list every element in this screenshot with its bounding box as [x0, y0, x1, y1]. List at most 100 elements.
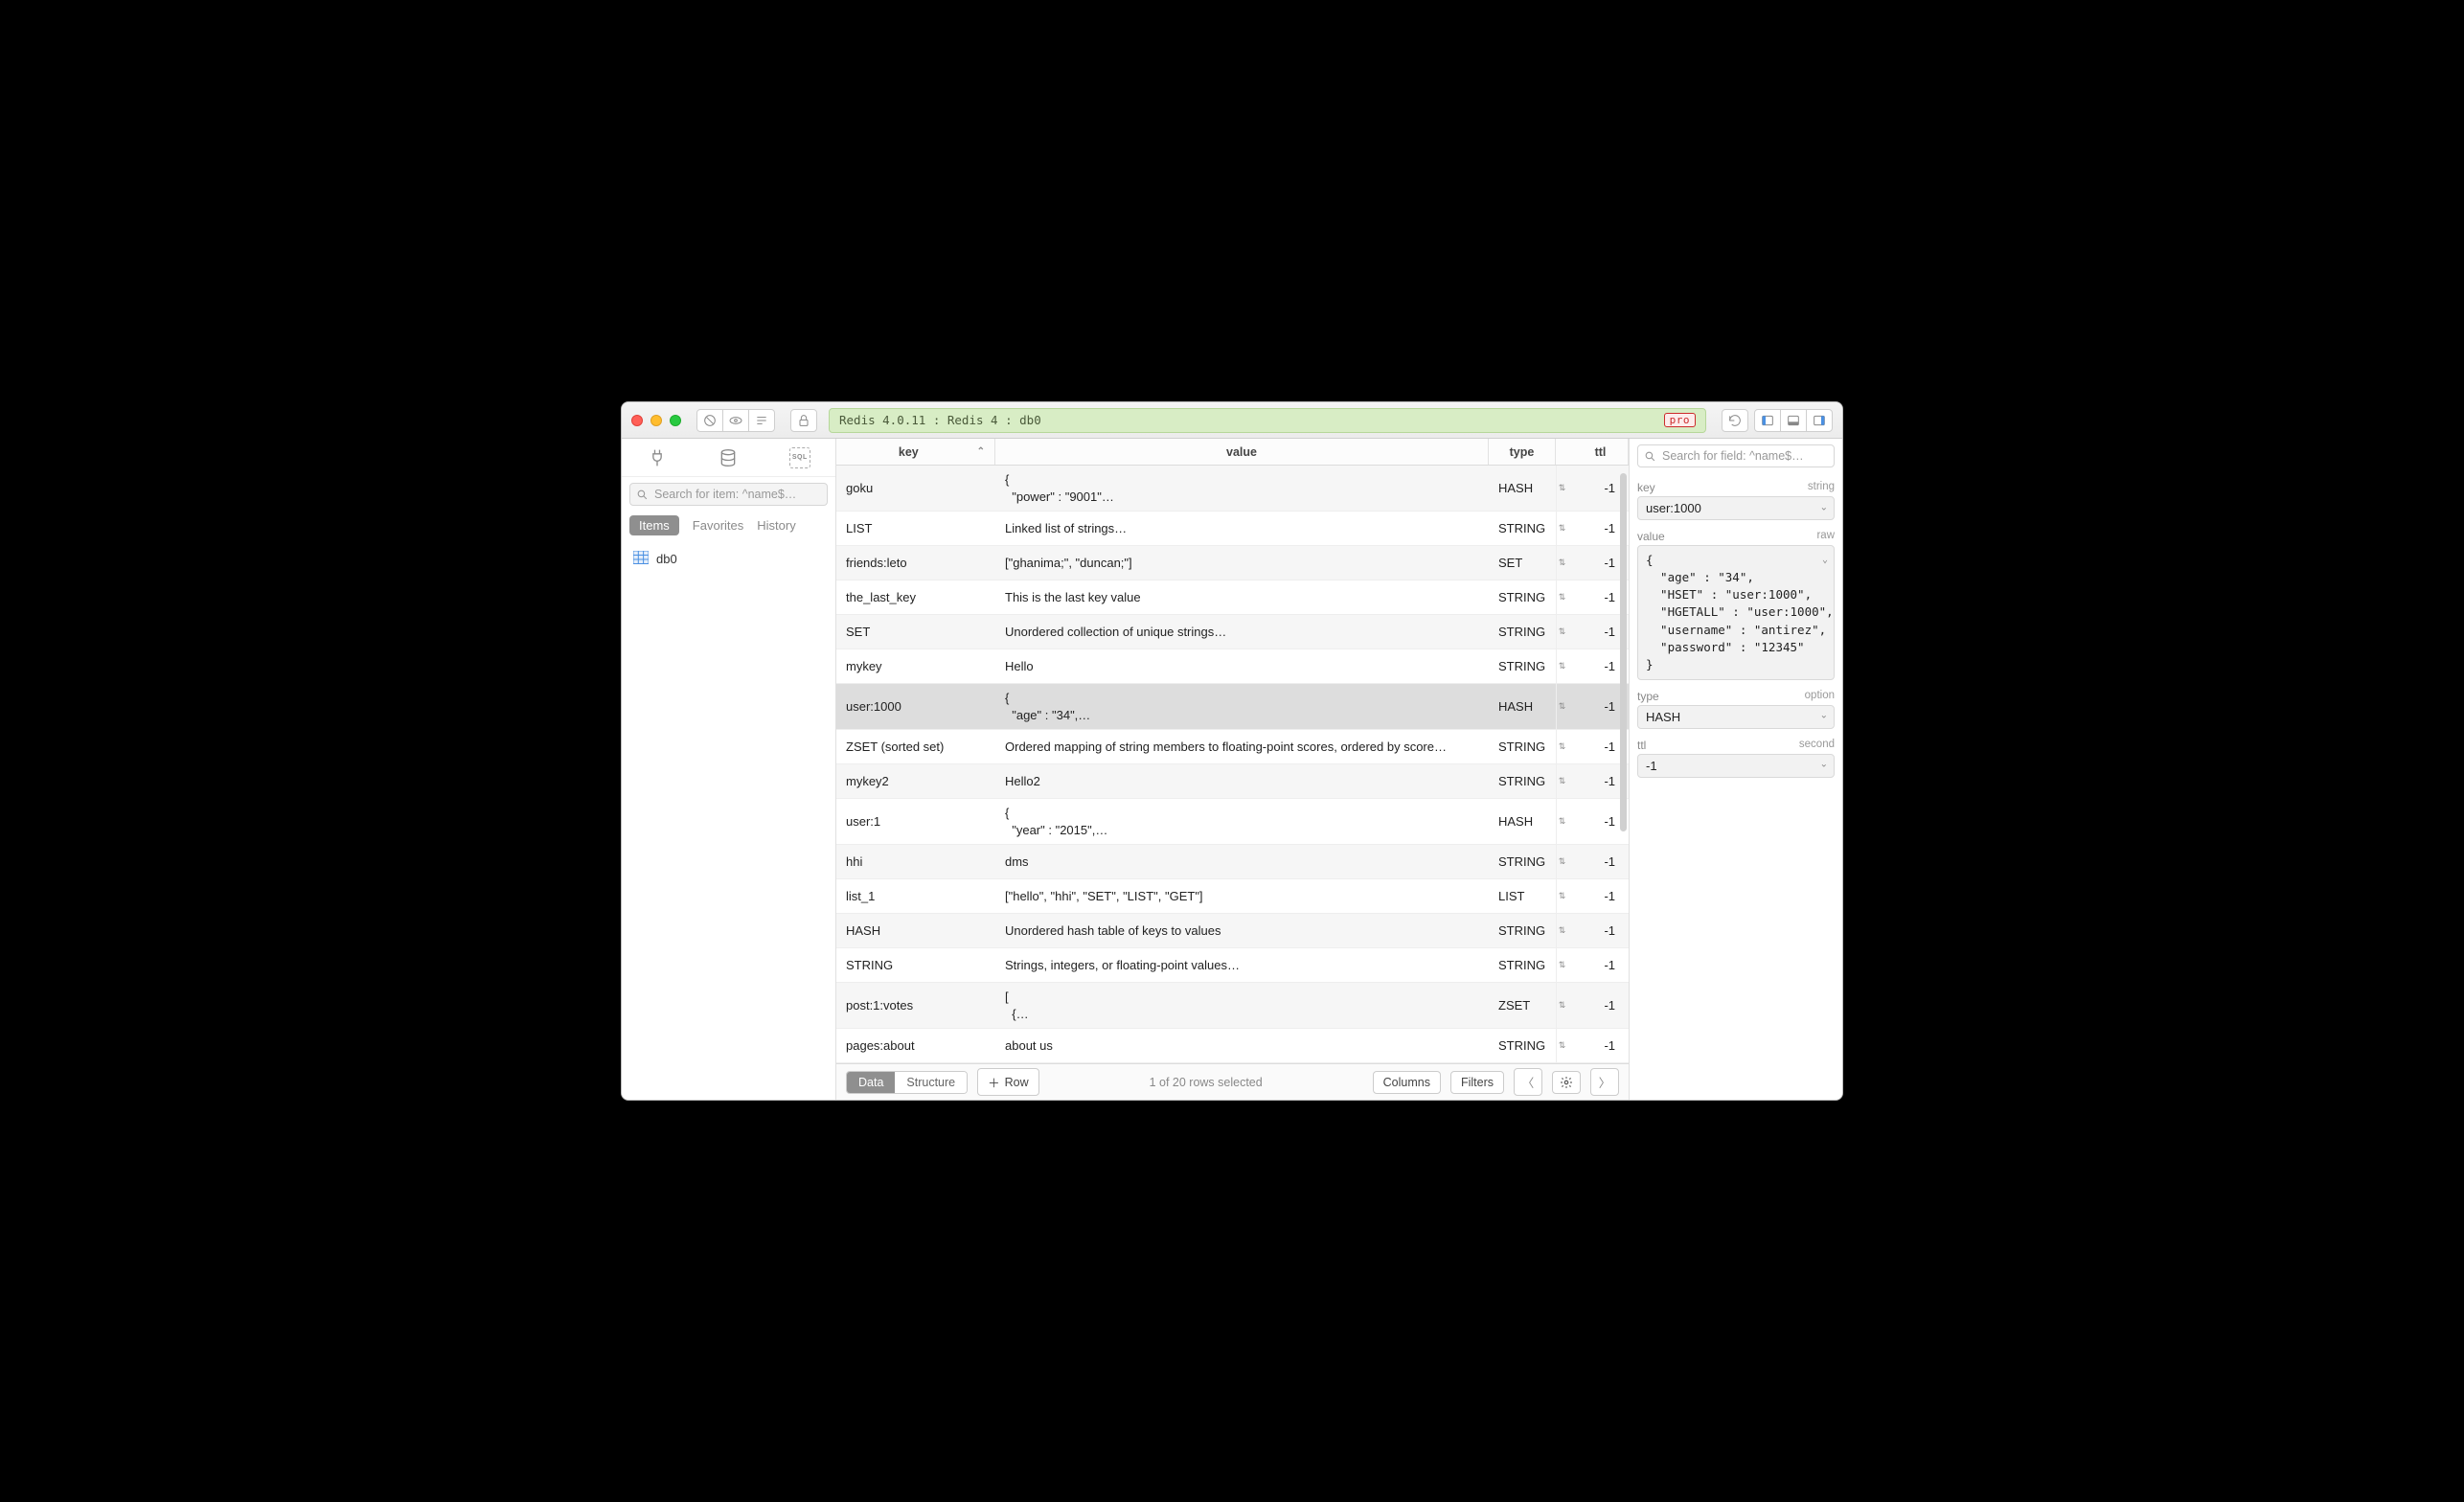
cell-ttl: -1 [1573, 848, 1629, 876]
table-row[interactable]: SETUnordered collection of unique string… [836, 615, 1629, 649]
type-stepper[interactable]: ⇅ [1556, 580, 1567, 614]
cell-key: pages:about [836, 1032, 995, 1060]
sql-icon[interactable]: SQL [789, 447, 810, 468]
table-row[interactable]: user:1000{ "age" : "34",…HASH⇅-1 [836, 684, 1629, 730]
toggle-right-panel-button[interactable] [1806, 409, 1833, 432]
sort-ascending-icon: ⌃ [977, 446, 985, 457]
pro-badge: pro [1664, 413, 1696, 427]
sidebar-tab-items[interactable]: Items [629, 515, 679, 535]
cell-value: [ {… [995, 983, 1489, 1028]
type-stepper[interactable]: ⇅ [1556, 466, 1567, 511]
table-row[interactable]: LISTLinked list of strings…STRING⇅-1 [836, 512, 1629, 546]
column-header-ttl[interactable]: ttl [1573, 439, 1629, 465]
cell-value: Strings, integers, or floating-point val… [995, 951, 1489, 980]
inspector-value-field[interactable]: { "age" : "34", "HSET" : "user:1000", "H… [1637, 545, 1835, 680]
table-row[interactable]: user:1{ "year" : "2015",…HASH⇅-1 [836, 799, 1629, 845]
cell-type: STRING [1489, 652, 1556, 681]
close-button[interactable] [631, 415, 643, 426]
table-row[interactable]: ZSET (sorted set)Ordered mapping of stri… [836, 730, 1629, 764]
cell-key: friends:leto [836, 549, 995, 578]
inspector-ttl-field[interactable]: -1⌄ [1637, 754, 1835, 778]
preview-button[interactable] [722, 409, 749, 432]
sidebar-tab-favorites[interactable]: Favorites [693, 518, 743, 533]
type-stepper[interactable]: ⇅ [1556, 879, 1567, 913]
type-stepper[interactable]: ⇅ [1556, 799, 1567, 844]
inspector-hint-key: string [1808, 481, 1835, 494]
column-header-type[interactable]: type [1489, 439, 1556, 465]
column-header-key[interactable]: key⌃ [836, 439, 995, 465]
table-row[interactable]: pages:aboutabout usSTRING⇅-1 [836, 1029, 1629, 1063]
table-row[interactable]: hhidmsSTRING⇅-1 [836, 845, 1629, 879]
refresh-button[interactable] [1722, 409, 1748, 432]
page-settings-button[interactable] [1552, 1071, 1581, 1094]
stop-query-button[interactable] [696, 409, 723, 432]
tree-item-db0[interactable]: db0 [631, 547, 826, 571]
type-stepper[interactable]: ⇅ [1556, 764, 1567, 798]
chevron-down-icon: ⌄ [1820, 502, 1828, 512]
sidebar-search-input[interactable]: Search for item: ^name$… [629, 483, 828, 506]
sidebar-tab-history[interactable]: History [757, 518, 795, 533]
segment-data[interactable]: Data [847, 1072, 895, 1093]
table-row[interactable]: friends:leto["ghanima;", "duncan;"]SET⇅-… [836, 546, 1629, 580]
cell-value: { "year" : "2015",… [995, 799, 1489, 844]
type-stepper[interactable]: ⇅ [1556, 845, 1567, 878]
breadcrumb-bar[interactable]: Redis 4.0.11 : Redis 4 : db0 pro [829, 408, 1706, 433]
maximize-button[interactable] [670, 415, 681, 426]
type-stepper[interactable]: ⇅ [1556, 649, 1567, 683]
column-header-value[interactable]: value [995, 439, 1489, 465]
titlebar: Redis 4.0.11 : Redis 4 : db0 pro [622, 402, 1842, 439]
cell-ttl: -1 [1573, 951, 1629, 980]
add-row-button[interactable]: ＋Row [977, 1068, 1039, 1096]
query-editor-button[interactable] [748, 409, 775, 432]
inspector-search-placeholder: Search for field: ^name$… [1662, 449, 1804, 463]
database-icon[interactable] [718, 447, 739, 468]
cell-key: user:1000 [836, 693, 995, 721]
table-row[interactable]: STRINGStrings, integers, or floating-poi… [836, 948, 1629, 983]
table-row[interactable]: post:1:votes[ {…ZSET⇅-1 [836, 983, 1629, 1029]
next-page-button[interactable]: 〉 [1590, 1068, 1619, 1096]
inspector-label-value: value [1637, 530, 1665, 543]
table-row[interactable]: mykey2Hello2STRING⇅-1 [836, 764, 1629, 799]
cell-value: This is the last key value [995, 583, 1489, 612]
type-stepper[interactable]: ⇅ [1556, 512, 1567, 545]
lock-button[interactable] [790, 409, 817, 432]
inspector-label-type: type [1637, 690, 1659, 703]
segment-structure[interactable]: Structure [895, 1072, 967, 1093]
inspector-key-field[interactable]: user:1000⌄ [1637, 496, 1835, 520]
vertical-scrollbar[interactable] [1620, 473, 1627, 831]
prev-page-button[interactable]: 〈 [1514, 1068, 1542, 1096]
inspector-hint-ttl: second [1799, 739, 1835, 752]
cell-type: STRING [1489, 917, 1556, 945]
columns-button[interactable]: Columns [1373, 1071, 1441, 1094]
connection-icon[interactable] [647, 447, 668, 468]
filters-button[interactable]: Filters [1450, 1071, 1504, 1094]
app-window: Redis 4.0.11 : Redis 4 : db0 pro SQL [621, 401, 1843, 1101]
type-stepper[interactable]: ⇅ [1556, 730, 1567, 763]
table-row[interactable]: the_last_keyThis is the last key valueST… [836, 580, 1629, 615]
inspector-search-input[interactable]: Search for field: ^name$… [1637, 444, 1835, 467]
inspector-type-field[interactable]: HASH⌄ [1637, 705, 1835, 729]
cell-key: hhi [836, 848, 995, 876]
minimize-button[interactable] [650, 415, 662, 426]
table-row[interactable]: mykeyHelloSTRING⇅-1 [836, 649, 1629, 684]
type-stepper[interactable]: ⇅ [1556, 983, 1567, 1028]
type-stepper[interactable]: ⇅ [1556, 1029, 1567, 1062]
toggle-bottom-panel-button[interactable] [1780, 409, 1807, 432]
cell-type: HASH [1489, 474, 1556, 503]
type-stepper[interactable]: ⇅ [1556, 914, 1567, 947]
cell-type: STRING [1489, 514, 1556, 543]
cell-key: goku [836, 474, 995, 503]
type-stepper[interactable]: ⇅ [1556, 615, 1567, 649]
type-stepper[interactable]: ⇅ [1556, 546, 1567, 580]
cell-value: ["ghanima;", "duncan;"] [995, 549, 1489, 578]
toggle-left-panel-button[interactable] [1754, 409, 1781, 432]
type-stepper[interactable]: ⇅ [1556, 684, 1567, 729]
view-segment: Data Structure [846, 1071, 968, 1094]
table-body[interactable]: goku{ "power" : "9001"…HASH⇅-1LISTLinked… [836, 466, 1629, 1063]
table-row[interactable]: list_1["hello", "hhi", "SET", "LIST", "G… [836, 879, 1629, 914]
type-stepper[interactable]: ⇅ [1556, 948, 1567, 982]
cell-value: Ordered mapping of string members to flo… [995, 733, 1489, 762]
table-row[interactable]: goku{ "power" : "9001"…HASH⇅-1 [836, 466, 1629, 512]
table-row[interactable]: HASHUnordered hash table of keys to valu… [836, 914, 1629, 948]
cell-ttl: -1 [1573, 1032, 1629, 1060]
